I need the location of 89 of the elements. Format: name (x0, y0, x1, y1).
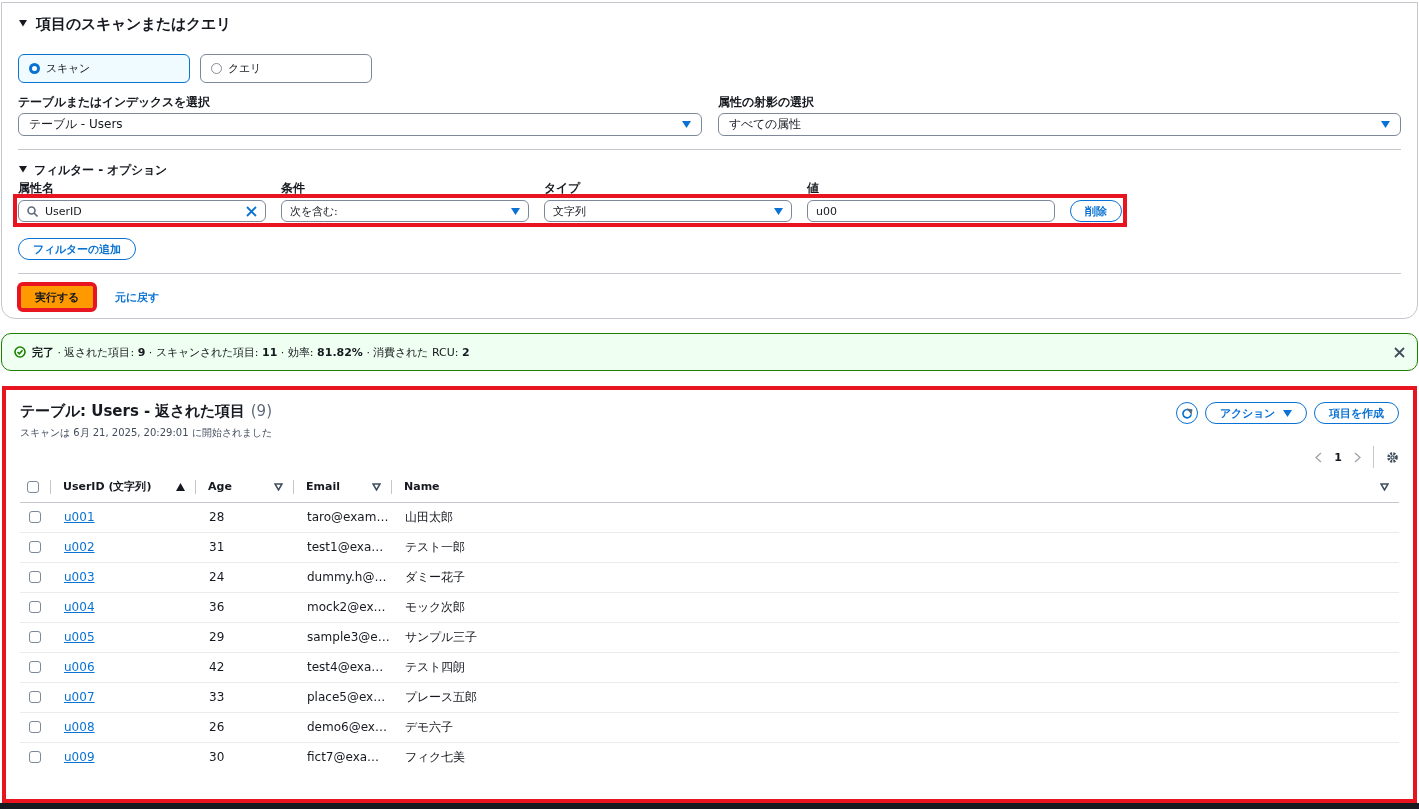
field-label: テーブルまたはインデックスを選択 (18, 95, 211, 111)
table-cell: 24 (209, 570, 225, 584)
close-icon[interactable] (1394, 346, 1405, 358)
caret-icon (681, 121, 691, 128)
table-cell: モック次郎 (405, 599, 465, 614)
search-icon (27, 205, 38, 217)
row-checkbox[interactable] (29, 541, 41, 553)
actions-button[interactable]: アクション (1205, 402, 1307, 424)
table-cell: 山田太郎 (405, 509, 453, 524)
table-cell: taro@exam… (307, 510, 389, 524)
row-checkbox[interactable] (29, 751, 41, 764)
column-header[interactable]: UserID (文字列) (63, 479, 152, 495)
remove-button[interactable]: 削除 (1070, 200, 1122, 222)
refresh-button[interactable] (1176, 402, 1199, 424)
column-header[interactable]: Age (208, 480, 232, 494)
field-label: 属性の射影の選択 (717, 95, 815, 111)
value-input[interactable]: u00 (807, 200, 1055, 222)
page-number[interactable]: 1 (1334, 450, 1342, 464)
caret-icon (774, 207, 783, 215)
create-item-button[interactable]: 項目を作成 (1314, 402, 1399, 424)
projection-dropdown[interactable]: すべての属性 (717, 113, 1401, 136)
table-cell: 31 (209, 540, 225, 554)
clear-icon (246, 205, 257, 217)
results-title: テーブル: Users - 返された項目 (9) (20, 402, 273, 421)
table-cell: テスト一郎 (405, 539, 465, 554)
mode-option[interactable]: クエリ (200, 54, 372, 83)
field-label: 条件 (281, 182, 306, 197)
table-cell: 28 (209, 510, 225, 524)
caret-icon (1381, 121, 1390, 128)
type-dropdown[interactable]: 文字列 (544, 200, 792, 222)
table-cell: サンプル三子 (405, 629, 477, 644)
column-header[interactable]: Email (306, 480, 340, 494)
mode-option[interactable]: スキャン (18, 54, 190, 83)
table-cell: 26 (209, 720, 225, 734)
table-dropdown[interactable]: テーブル - Users (18, 113, 702, 136)
table-cell: 29 (209, 630, 225, 644)
item-link[interactable]: u009 (64, 750, 95, 765)
section-title[interactable]: フィルター - オプション (34, 161, 168, 179)
previous-page-icon (1315, 451, 1323, 463)
panel-title[interactable]: 項目のスキャンまたはクエリ (36, 14, 231, 34)
item-link[interactable]: u008 (64, 720, 95, 734)
table-cell: test1@exa… (307, 540, 384, 554)
table-cell: place5@ex… (307, 690, 386, 704)
table-cell: sample3@e… (307, 630, 390, 644)
item-link[interactable]: u005 (64, 630, 95, 644)
row-checkbox[interactable] (29, 691, 41, 703)
row-checkbox[interactable] (29, 571, 41, 583)
scan-timestamp: スキャンは 6月 21, 2025, 20:29:01 に開始されました (20, 426, 273, 440)
table-cell: test4@exa… (307, 660, 384, 674)
row-checkbox[interactable] (29, 661, 41, 673)
column-header[interactable]: Name (404, 480, 440, 494)
field-label: 属性名 (18, 182, 55, 197)
settings-icon (1386, 450, 1399, 464)
item-link[interactable]: u001 (64, 510, 95, 524)
select-all-checkbox[interactable] (27, 480, 39, 493)
status-message: 完了 · 返された項目: 9 · スキャンされた項目: 11 · 効率: 81.82% · 消費された RCU: 2 (32, 344, 471, 360)
field-label: 値 (807, 182, 820, 197)
table-cell: fict7@exa… (307, 750, 380, 765)
row-checkbox[interactable] (29, 631, 41, 643)
item-link[interactable]: u006 (64, 660, 95, 674)
add-filter-button[interactable]: フィルターの追加 (18, 238, 136, 260)
condition-dropdown[interactable]: 次を含む: (281, 200, 529, 222)
field-label: タイプ (544, 182, 582, 197)
attribute-search-field[interactable]: UserID (18, 200, 266, 222)
table-cell: フィク七美 (405, 749, 465, 764)
refresh-icon (1181, 407, 1193, 419)
table-cell: 36 (209, 600, 225, 614)
row-checkbox[interactable] (29, 601, 41, 613)
table-cell: ダミー花子 (405, 569, 465, 584)
item-link[interactable]: u002 (64, 540, 95, 554)
caret-icon (511, 207, 520, 215)
caret-icon (1283, 409, 1292, 417)
table-cell: 33 (209, 690, 225, 704)
table-cell: 30 (209, 750, 225, 765)
table-cell: dummy.h@… (307, 570, 387, 584)
item-link[interactable]: u003 (64, 570, 95, 584)
item-link[interactable]: u007 (64, 690, 95, 704)
table-cell: 42 (209, 660, 225, 674)
success-icon (14, 346, 26, 358)
reset-link[interactable]: 元に戻す (115, 289, 159, 305)
row-checkbox[interactable] (29, 511, 41, 523)
table-cell: プレース五郎 (405, 689, 477, 704)
item-link[interactable]: u004 (64, 600, 95, 614)
table-cell: デモ六子 (405, 719, 453, 734)
table-cell: mock2@ex… (307, 600, 386, 614)
table-cell: テスト四朗 (405, 659, 465, 674)
next-page-icon (1354, 451, 1361, 463)
row-checkbox[interactable] (29, 721, 41, 733)
table-cell: demo6@ex… (307, 720, 387, 734)
